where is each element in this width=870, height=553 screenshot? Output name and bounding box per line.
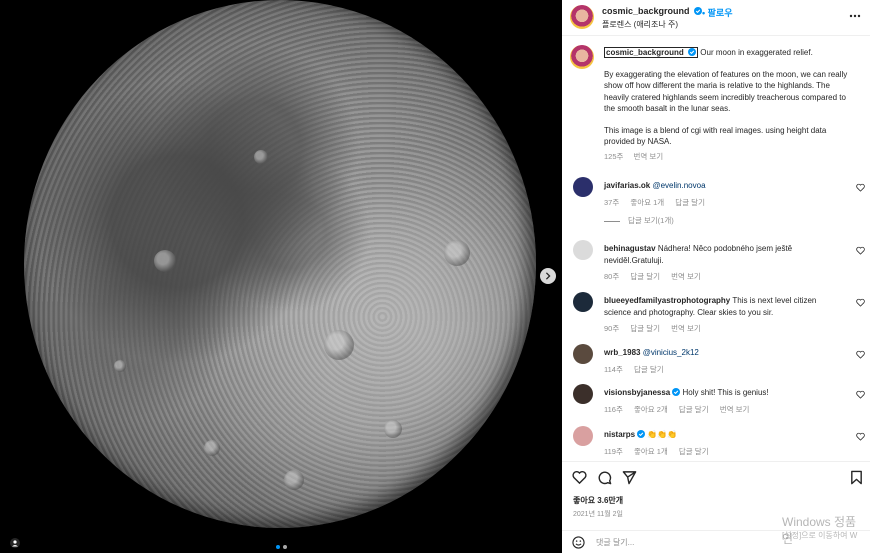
replies-divider <box>604 220 620 222</box>
comment-time[interactable]: 80주 <box>604 272 619 281</box>
like-comment-icon[interactable] <box>856 298 865 307</box>
comment-mention[interactable]: @evelin.novoa <box>652 181 705 190</box>
comment-input[interactable] <box>596 535 796 550</box>
comment-body: blueeyedfamilyastrophotography This is n… <box>604 295 844 335</box>
post-actions: 좋아요 3.6만개 2021년 11월 2일 <box>562 461 870 521</box>
comment-avatar[interactable] <box>573 384 593 404</box>
post-media[interactable] <box>0 0 562 553</box>
follow-label[interactable]: 팔로우 <box>708 8 733 18</box>
comment-body: nistarps 👏👏👏 119주 좋아요 1개 답글 달기 <box>604 429 844 457</box>
caption-time[interactable]: 125주 <box>604 152 623 161</box>
comment-meta: 37주 좋아요 1개 답글 달기 <box>604 197 844 209</box>
verified-badge-icon <box>672 388 681 396</box>
post-header: cosmic_background • 팔로우 플로렌스 (애리조나 주) <box>562 0 870 36</box>
post-date: 2021년 11월 2일 <box>573 511 623 518</box>
view-replies-label[interactable]: 답글 보기(1개) <box>628 216 674 225</box>
next-image-button[interactable] <box>540 268 556 284</box>
like-comment-icon[interactable] <box>856 183 865 192</box>
share-icon[interactable] <box>622 470 637 485</box>
caption-headline: Our moon in exaggerated relief. <box>700 48 813 57</box>
verified-badge-icon <box>688 48 697 56</box>
comment-time[interactable]: 119주 <box>604 447 623 456</box>
comment-likes[interactable]: 좋아요 1개 <box>630 198 664 207</box>
comment-meta: 80주 답글 달기 번역 보기 <box>604 271 844 283</box>
verified-badge-icon <box>694 7 703 15</box>
comment-time[interactable]: 37주 <box>604 198 619 207</box>
comment-username[interactable]: nistarps <box>604 430 635 439</box>
user-tag-icon[interactable] <box>10 538 20 548</box>
comment-username[interactable]: javifarias.ok <box>604 181 650 190</box>
moon-disc <box>24 0 536 528</box>
comment-username[interactable]: visionsbyjanessa <box>604 388 670 397</box>
carousel-dot-active <box>276 545 280 549</box>
caption-paragraph: This image is a blend of cgi with real i… <box>604 125 827 147</box>
comments-list[interactable]: cosmic_background Our moon in exaggerate… <box>562 37 870 460</box>
like-comment-icon[interactable] <box>856 390 865 399</box>
comment-mention[interactable]: @vinicius_2k12 <box>643 348 699 357</box>
reply-button[interactable]: 답글 달기 <box>630 272 660 281</box>
reply-button[interactable]: 답글 달기 <box>679 405 709 414</box>
comment-meta: 119주 좋아요 1개 답글 달기 <box>604 446 844 458</box>
translate-button[interactable]: 번역 보기 <box>671 324 701 333</box>
location-link[interactable]: 플로렌스 (애리조나 주) <box>602 19 678 30</box>
comment-likes[interactable]: 좋아요 2개 <box>634 405 668 414</box>
translate-button[interactable]: 번역 보기 <box>671 272 701 281</box>
comment-meta: 90주 답글 달기 번역 보기 <box>604 323 844 335</box>
reply-button[interactable]: 답글 달기 <box>634 365 664 374</box>
caption-meta: 125주 번역 보기 <box>604 151 854 163</box>
comment-text: Holy shit! This is genius! <box>682 388 769 397</box>
translate-button[interactable]: 번역 보기 <box>720 405 750 414</box>
comment-avatar[interactable] <box>573 426 593 446</box>
reply-button[interactable]: 답글 달기 <box>679 447 709 456</box>
comment-username[interactable]: blueeyedfamilyastrophotography <box>604 296 730 305</box>
comment-avatar[interactable] <box>573 177 593 197</box>
comment-time[interactable]: 90주 <box>604 324 619 333</box>
comment-body: javifarias.ok @evelin.novoa 37주 좋아요 1개 답… <box>604 180 844 208</box>
caption-username[interactable]: cosmic_background <box>604 47 699 58</box>
caption-avatar[interactable] <box>570 45 594 69</box>
comment-meta: 114주 답글 달기 <box>604 364 844 376</box>
avatar[interactable] <box>570 5 594 29</box>
reply-button[interactable]: 답글 달기 <box>675 198 705 207</box>
comment-time[interactable]: 116주 <box>604 405 623 414</box>
like-comment-icon[interactable] <box>856 432 865 441</box>
like-comment-icon[interactable] <box>856 246 865 255</box>
windows-activation-subtext: [설정]으로 이동하여 W <box>782 531 858 540</box>
comment-avatar[interactable] <box>573 240 593 260</box>
post-sidebar: cosmic_background • 팔로우 플로렌스 (애리조나 주) co… <box>562 0 870 553</box>
caption-username-text[interactable]: cosmic_background <box>606 48 684 57</box>
comment-body: behinagustav Nádhera! Něco podobného jse… <box>604 243 844 283</box>
translate-button[interactable]: 번역 보기 <box>634 152 664 161</box>
comment-body: wrb_1983 @vinicius_2k12 114주 답글 달기 <box>604 347 844 375</box>
comment-time[interactable]: 114주 <box>604 365 623 374</box>
carousel-indicator <box>276 545 287 549</box>
view-replies-button[interactable]: 답글 보기(1개) <box>604 215 674 226</box>
username-text[interactable]: cosmic_background <box>602 6 690 16</box>
caption-paragraph: By exaggerating the elevation of feature… <box>604 69 848 114</box>
like-comment-icon[interactable] <box>856 350 865 359</box>
chevron-right-icon <box>545 272 551 280</box>
comment-icon[interactable] <box>597 470 612 485</box>
bookmark-icon[interactable] <box>849 470 864 485</box>
comment-username[interactable]: wrb_1983 <box>604 348 640 357</box>
comment-username[interactable]: behinagustav <box>604 244 656 253</box>
comment-body: visionsbyjanessa Holy shit! This is geni… <box>604 387 844 415</box>
comment-meta: 116주 좋아요 2개 답글 달기 번역 보기 <box>604 404 844 416</box>
header-username[interactable]: cosmic_background <box>602 6 703 16</box>
moon-image <box>24 0 536 553</box>
likes-count[interactable]: 좋아요 3.6만개 <box>573 495 623 506</box>
follow-button[interactable]: • 팔로우 <box>702 6 733 19</box>
reply-button[interactable]: 답글 달기 <box>630 324 660 333</box>
verified-badge-icon <box>637 430 646 438</box>
comment-avatar[interactable] <box>573 344 593 364</box>
more-options-icon[interactable] <box>849 10 861 22</box>
emoji-icon[interactable] <box>572 536 585 549</box>
comment-likes[interactable]: 좋아요 1개 <box>634 447 668 456</box>
comment-avatar[interactable] <box>573 292 593 312</box>
carousel-dot <box>283 545 287 549</box>
comment-text: 👏👏👏 <box>647 430 678 439</box>
caption: cosmic_background Our moon in exaggerate… <box>604 47 854 162</box>
like-icon[interactable] <box>572 470 587 485</box>
